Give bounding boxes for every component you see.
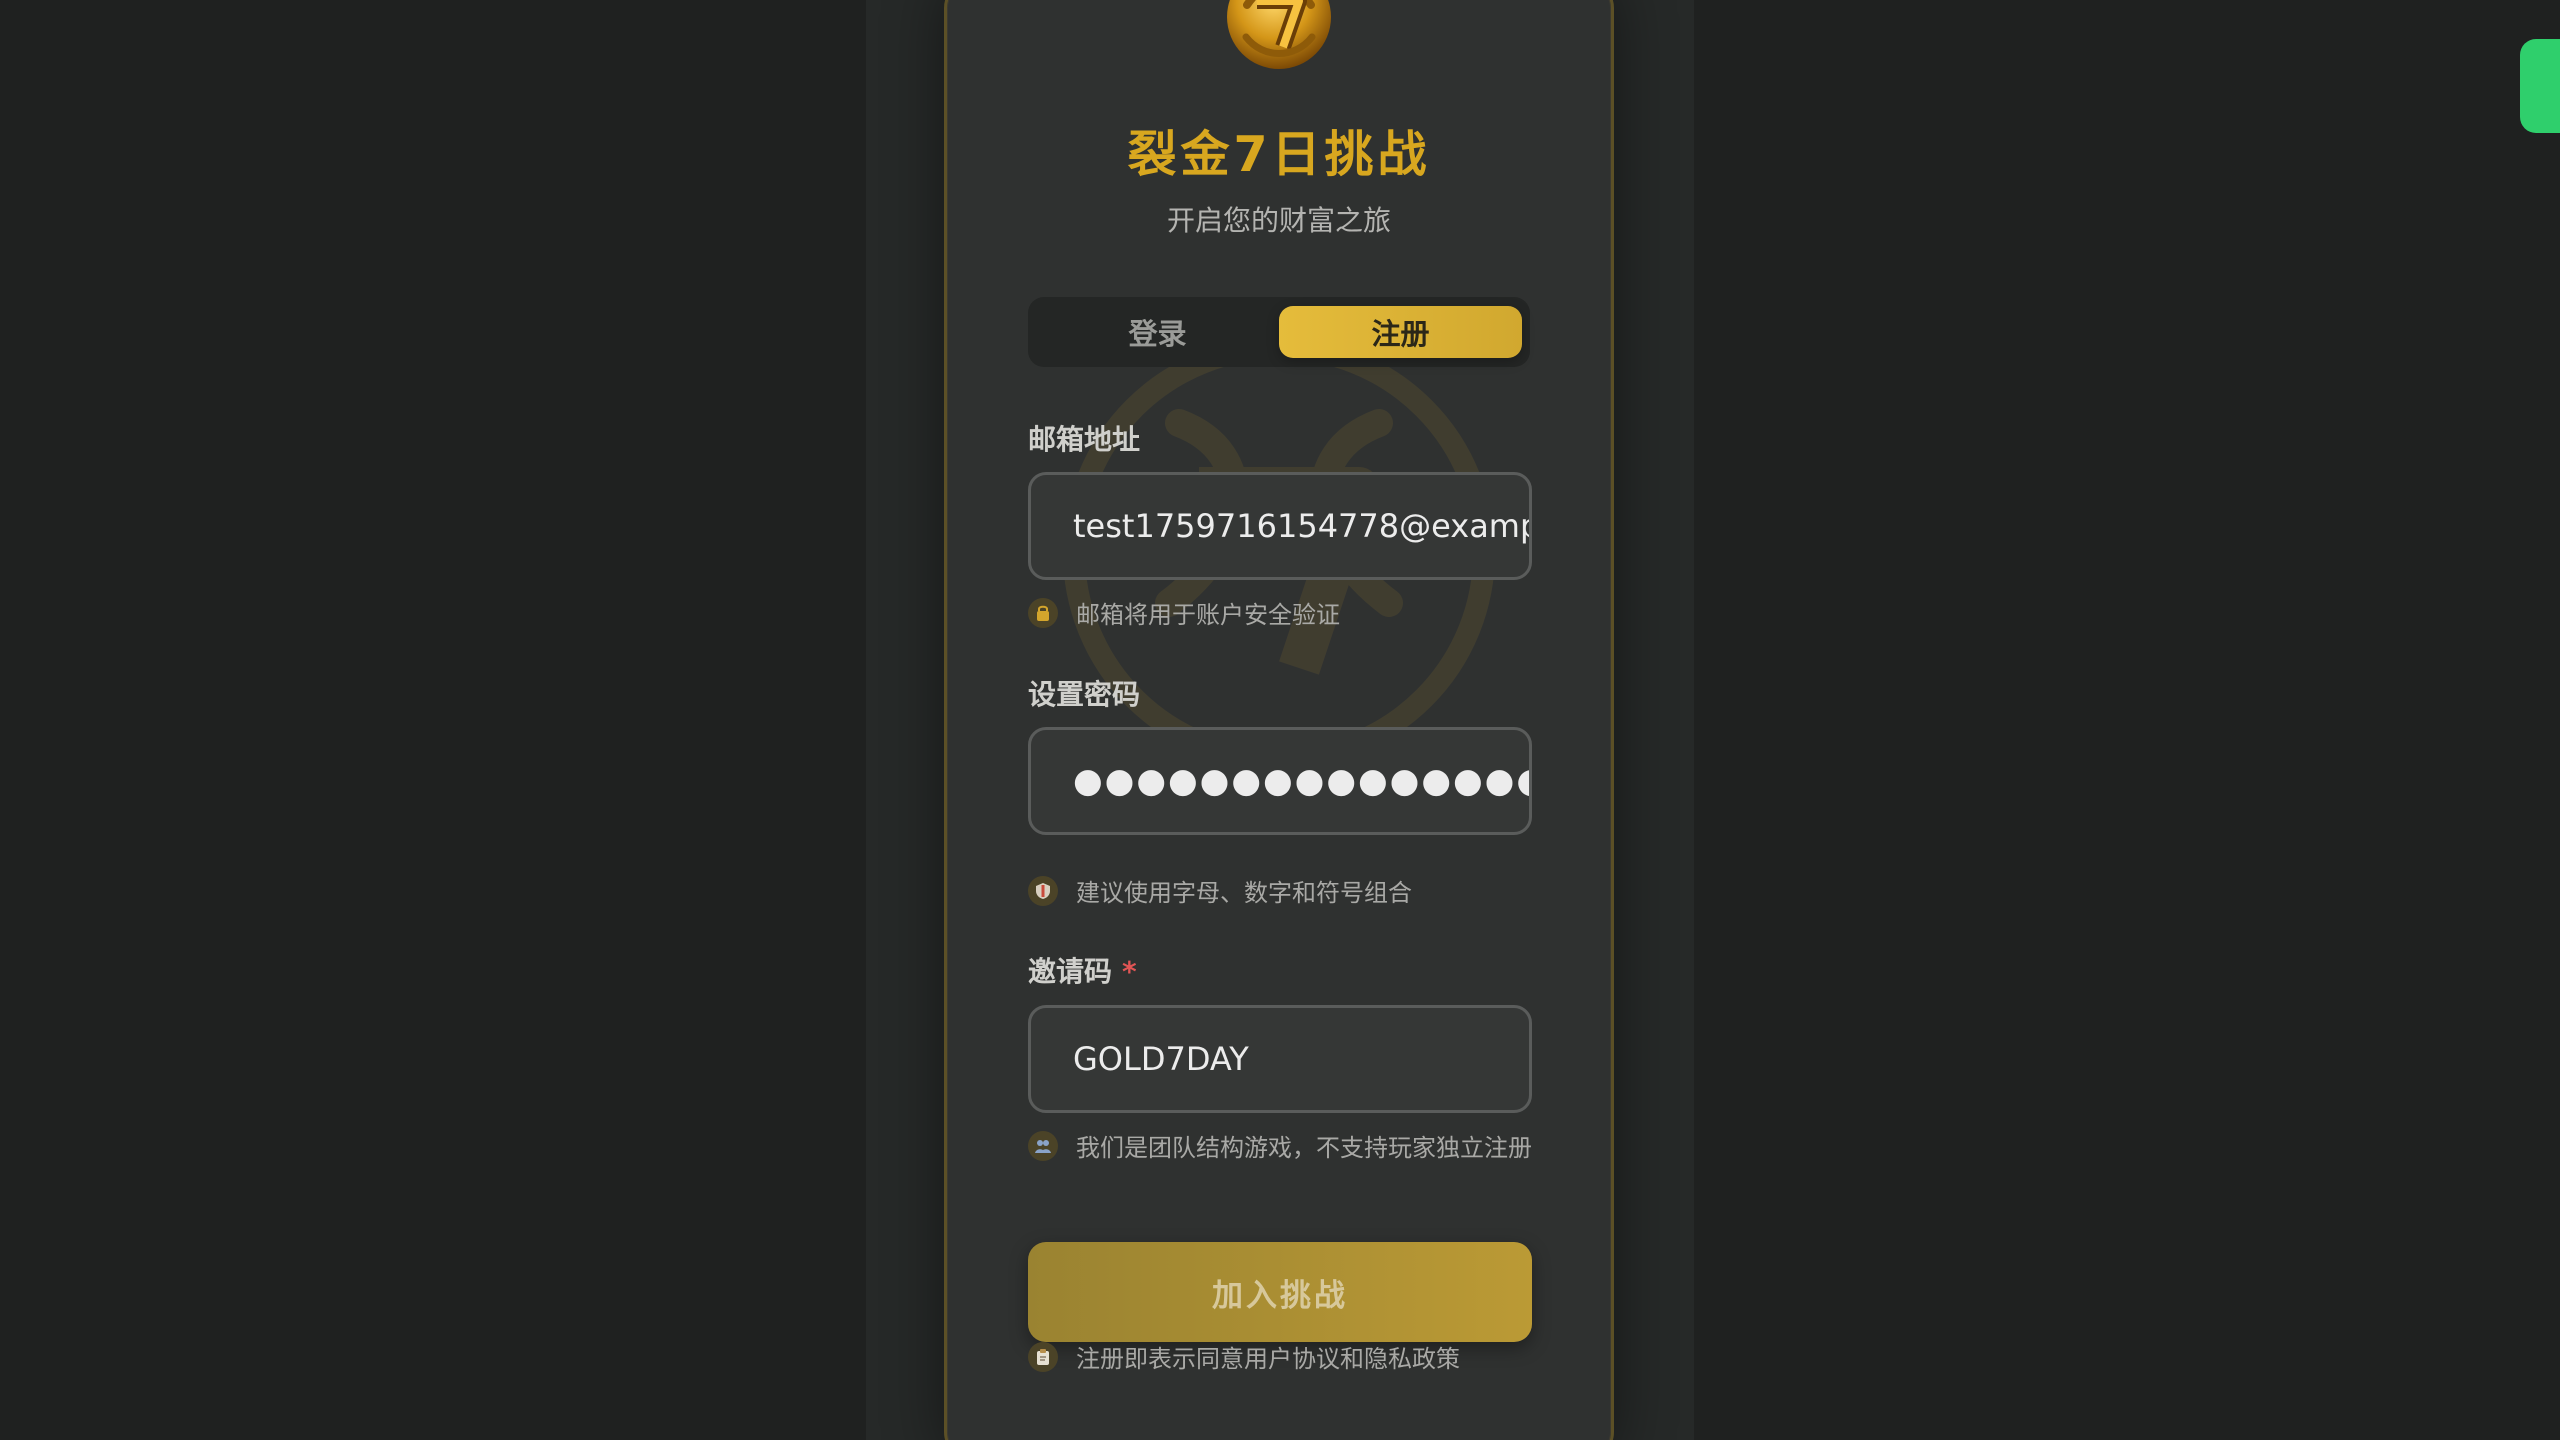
- invite-code-hint: 我们是团队结构游戏，不支持玩家独立注册: [1028, 1128, 1532, 1163]
- required-mark: *: [1122, 955, 1137, 988]
- email-label: 邮箱地址: [1028, 423, 1141, 456]
- email-field[interactable]: test1759716154778@exampl: [1028, 472, 1532, 580]
- password-field[interactable]: ●●●●●●●●●●●●●●●: [1028, 727, 1532, 835]
- page-title: 裂金7日挑战: [1127, 126, 1431, 183]
- side-panel-tab[interactable]: [2520, 39, 2560, 133]
- email-hint-text: 邮箱将用于账户安全验证: [1076, 601, 1340, 629]
- shield-icon: [1028, 875, 1058, 906]
- lock-icon: [1028, 597, 1058, 628]
- email-hint: 邮箱将用于账户安全验证: [1028, 595, 1340, 630]
- page-subtitle: 开启您的财富之旅: [1166, 204, 1391, 237]
- invite-code-label-text: 邀请码: [1028, 955, 1113, 988]
- password-hint: 建议使用字母、数字和符号组合: [1028, 873, 1412, 908]
- join-challenge-button[interactable]: 加入挑战: [1028, 1242, 1532, 1342]
- password-label: 设置密码: [1028, 678, 1141, 711]
- invite-code-hint-text: 我们是团队结构游戏，不支持玩家独立注册: [1076, 1134, 1532, 1162]
- invite-code-field[interactable]: GOLD7DAY: [1028, 1005, 1532, 1113]
- password-hint-text: 建议使用字母、数字和符号组合: [1076, 879, 1412, 907]
- auth-tabs: 登录 注册: [1028, 297, 1530, 367]
- tab-register[interactable]: 注册: [1279, 306, 1522, 358]
- team-icon: [1028, 1130, 1058, 1161]
- auth-card: 裂金7日挑战 开启您的财富之旅 登录 注册 邮箱地址 test175971615…: [944, 0, 1614, 1440]
- terms-notice: 注册即表示同意用户协议和隐私政策: [1028, 1339, 1460, 1374]
- registration-page: 裂金7日挑战 开启您的财富之旅 登录 注册 邮箱地址 test175971615…: [0, 0, 2560, 1440]
- terms-notice-text[interactable]: 注册即表示同意用户协议和隐私政策: [1076, 1339, 1460, 1374]
- tab-login[interactable]: 登录: [1036, 306, 1279, 358]
- invite-code-label: 邀请码 *: [1028, 950, 1137, 990]
- gold-seven-emblem-icon: [1227, 0, 1331, 69]
- clipboard-icon: [1028, 1341, 1058, 1372]
